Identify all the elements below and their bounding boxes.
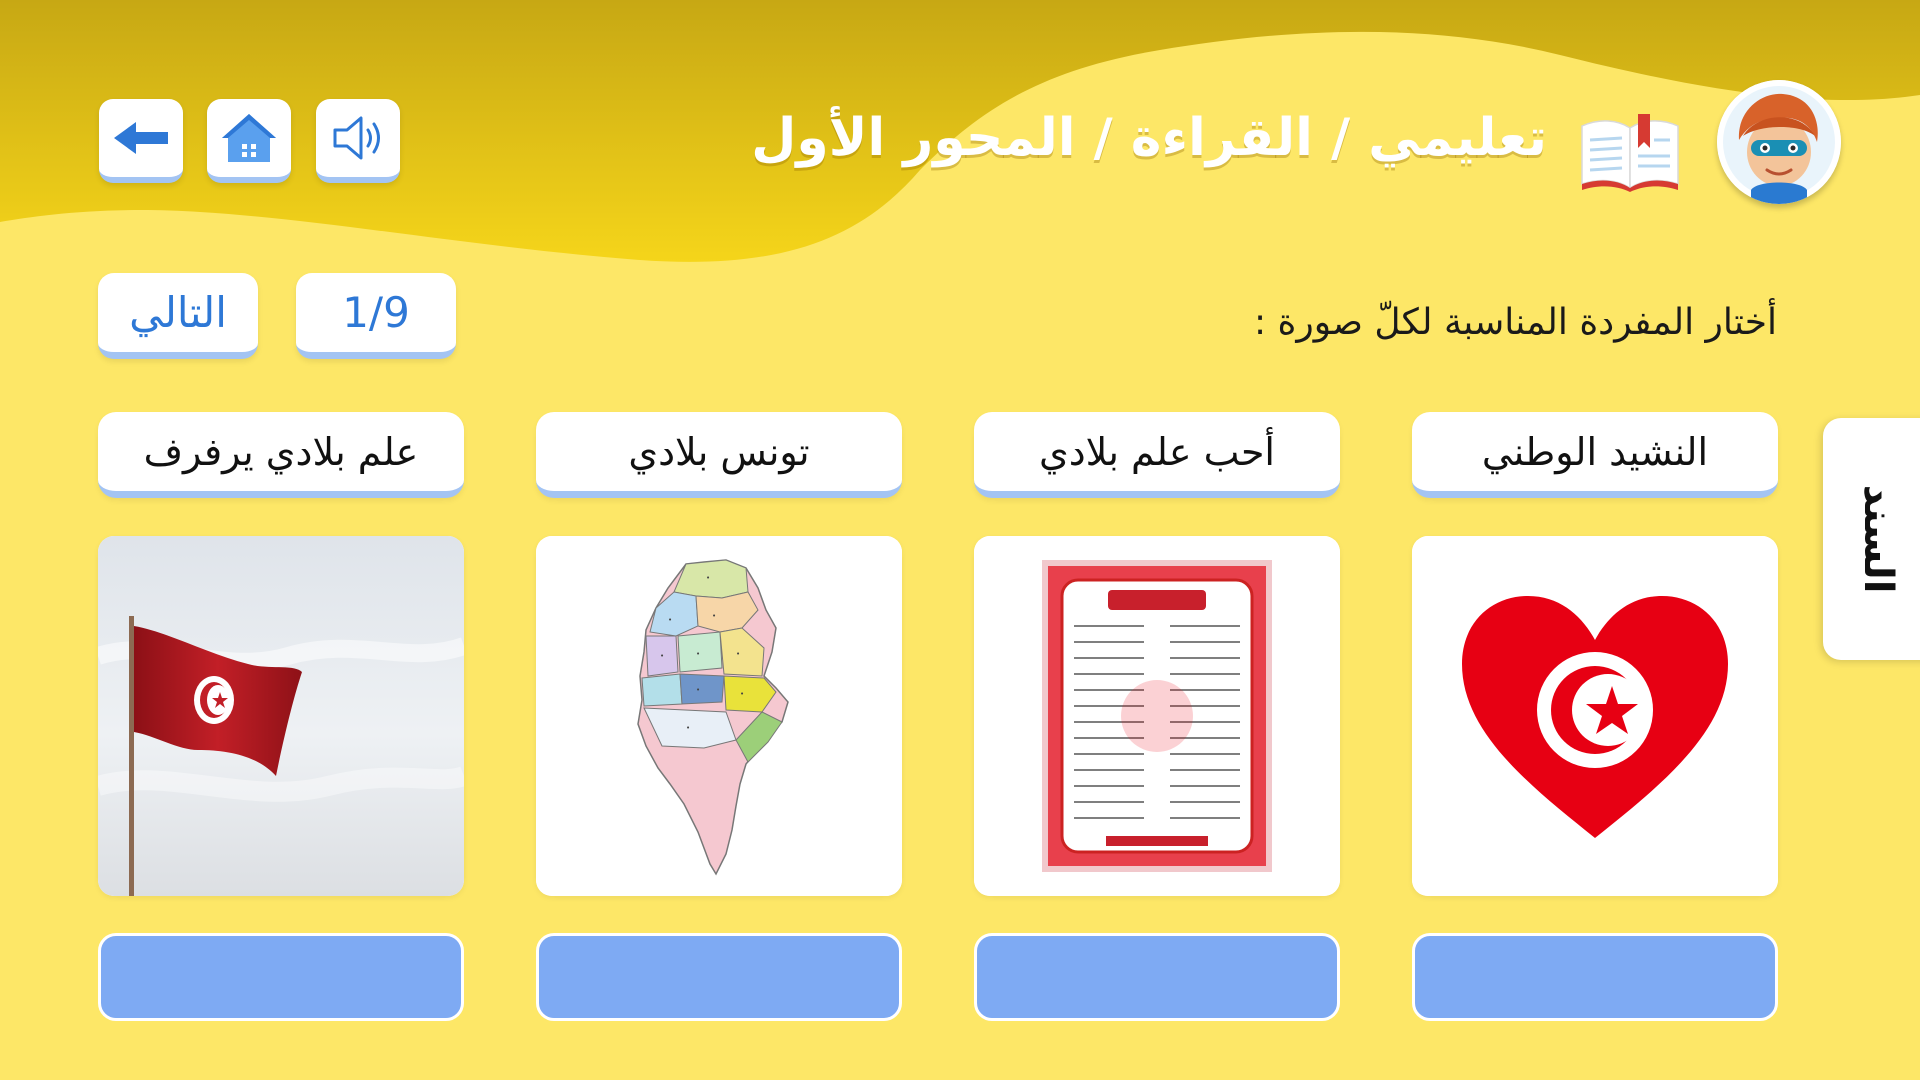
national-anthem-poster-image <box>974 536 1340 896</box>
home-button[interactable] <box>207 99 291 183</box>
svg-text:•: • <box>736 650 740 658</box>
progress-indicator: 1/9 <box>296 273 456 359</box>
svg-text:•: • <box>668 616 672 624</box>
word-card[interactable]: علم بلادي يرفرف <box>98 412 464 498</box>
boy-avatar-icon <box>1717 80 1841 204</box>
side-tab-label: السند <box>1855 484 1901 594</box>
svg-text:•: • <box>696 686 700 694</box>
svg-text:•: • <box>686 724 690 732</box>
breadcrumb-title: تعليمي / القراءة / المحور الأول <box>751 108 1547 168</box>
svg-text:•: • <box>712 612 716 620</box>
next-button[interactable]: التالي <box>98 273 258 359</box>
waving-flag-image <box>98 536 464 896</box>
sound-button[interactable] <box>316 99 400 183</box>
tunisia-map-image: • • • • • • • • • <box>536 536 902 896</box>
book-icon <box>1581 114 1679 192</box>
svg-text:•: • <box>740 690 744 698</box>
speaker-icon <box>333 116 380 160</box>
tunisian-flag-heart-image <box>1412 536 1778 896</box>
word-card[interactable]: تونس بلادي <box>536 412 902 498</box>
side-tab-sanad[interactable]: السند <box>1823 418 1920 660</box>
word-card[interactable]: النشيد الوطني <box>1412 412 1778 498</box>
word-card[interactable]: أحب علم بلادي <box>974 412 1340 498</box>
answer-drop-box[interactable] <box>98 933 464 1021</box>
answer-drop-box[interactable] <box>1412 933 1778 1021</box>
back-button[interactable] <box>99 99 183 183</box>
back-arrow-icon <box>114 122 168 154</box>
svg-text:•: • <box>696 650 700 658</box>
svg-text:•: • <box>660 652 664 660</box>
answer-drop-box[interactable] <box>536 933 902 1021</box>
instruction-text: أختار المفردة المناسبة لكلّ صورة : <box>1253 302 1777 343</box>
answer-drop-box[interactable] <box>974 933 1340 1021</box>
home-icon <box>222 114 276 162</box>
svg-text:•: • <box>706 574 710 582</box>
